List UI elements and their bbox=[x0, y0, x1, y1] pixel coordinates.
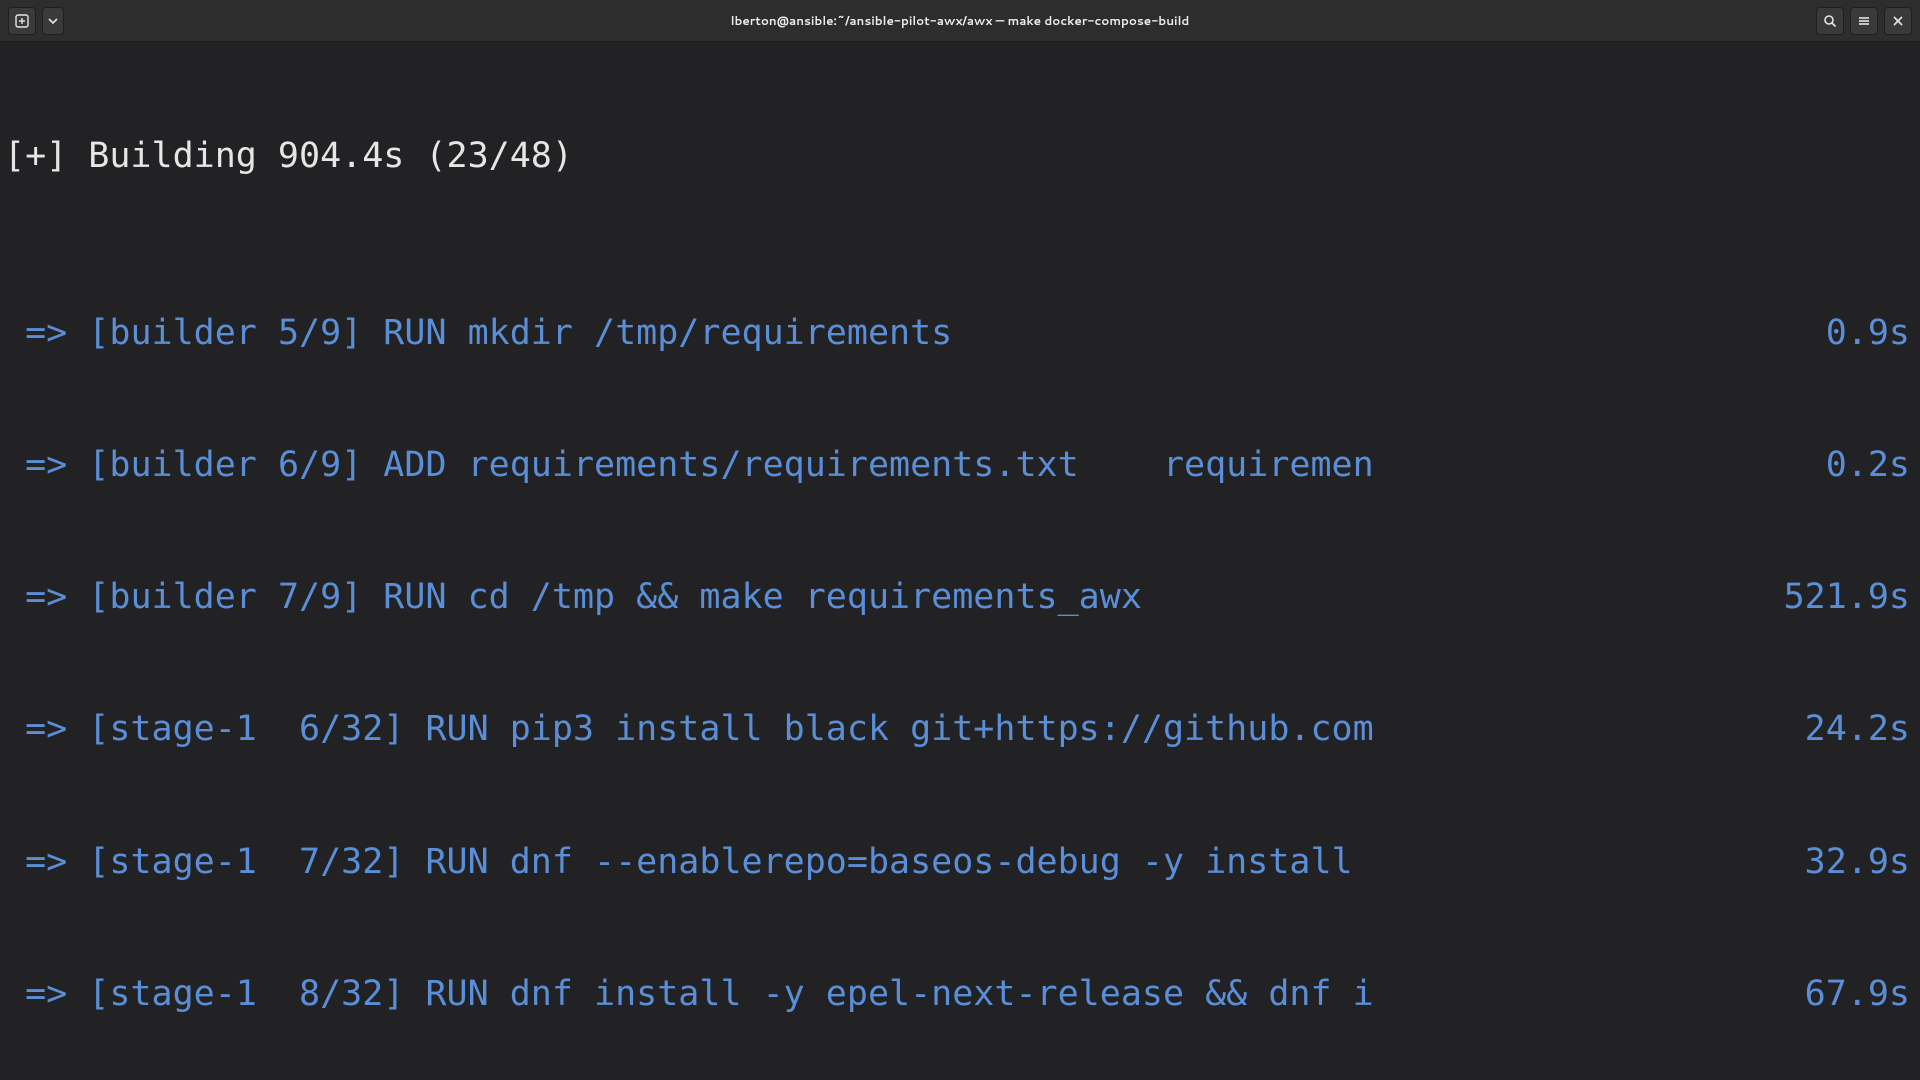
window-title: lberton@ansible:~/ansible-pilot-awx/awx … bbox=[731, 12, 1190, 29]
step-label: [builder 5/9] RUN mkdir /tmp/requirement… bbox=[88, 311, 1825, 355]
new-tab-button[interactable] bbox=[8, 7, 36, 35]
build-step: => [stage-1 8/32] RUN dnf install -y epe… bbox=[4, 972, 1914, 1016]
step-arrow: => bbox=[4, 443, 88, 487]
titlebar-left bbox=[8, 7, 64, 35]
search-button[interactable] bbox=[1816, 7, 1844, 35]
step-label: [stage-1 8/32] RUN dnf install -y epel-n… bbox=[88, 972, 1804, 1016]
close-button[interactable] bbox=[1884, 7, 1912, 35]
terminal-viewport[interactable]: [+] Building 904.4s (23/48) => [builder … bbox=[0, 42, 1920, 1080]
step-time: 67.9s bbox=[1805, 972, 1914, 1016]
step-time: 521.9s bbox=[1784, 575, 1914, 619]
step-time: 24.2s bbox=[1805, 707, 1914, 751]
titlebar-right bbox=[1816, 7, 1912, 35]
menu-button[interactable] bbox=[1850, 7, 1878, 35]
step-time: 0.9s bbox=[1826, 311, 1914, 355]
build-step: => [builder 6/9] ADD requirements/requir… bbox=[4, 443, 1914, 487]
step-label: [stage-1 6/32] RUN pip3 install black gi… bbox=[88, 707, 1804, 751]
build-step: => [builder 7/9] RUN cd /tmp && make req… bbox=[4, 575, 1914, 619]
step-time: 0.2s bbox=[1826, 443, 1914, 487]
titlebar: lberton@ansible:~/ansible-pilot-awx/awx … bbox=[0, 0, 1920, 42]
step-label: [builder 7/9] RUN cd /tmp && make requir… bbox=[88, 575, 1783, 619]
build-header: [+] Building 904.4s (23/48) bbox=[4, 134, 1914, 178]
build-step: => [builder 5/9] RUN mkdir /tmp/requirem… bbox=[4, 311, 1914, 355]
step-arrow: => bbox=[4, 972, 88, 1016]
step-arrow: => bbox=[4, 575, 88, 619]
step-arrow: => bbox=[4, 311, 88, 355]
tab-menu-button[interactable] bbox=[42, 7, 64, 35]
step-label: [builder 6/9] ADD requirements/requireme… bbox=[88, 443, 1825, 487]
step-time: 32.9s bbox=[1805, 840, 1914, 884]
build-step: => [stage-1 6/32] RUN pip3 install black… bbox=[4, 707, 1914, 751]
step-arrow: => bbox=[4, 707, 88, 751]
build-step: => [stage-1 7/32] RUN dnf --enablerepo=b… bbox=[4, 840, 1914, 884]
step-arrow: => bbox=[4, 840, 88, 884]
step-label: [stage-1 7/32] RUN dnf --enablerepo=base… bbox=[88, 840, 1804, 884]
